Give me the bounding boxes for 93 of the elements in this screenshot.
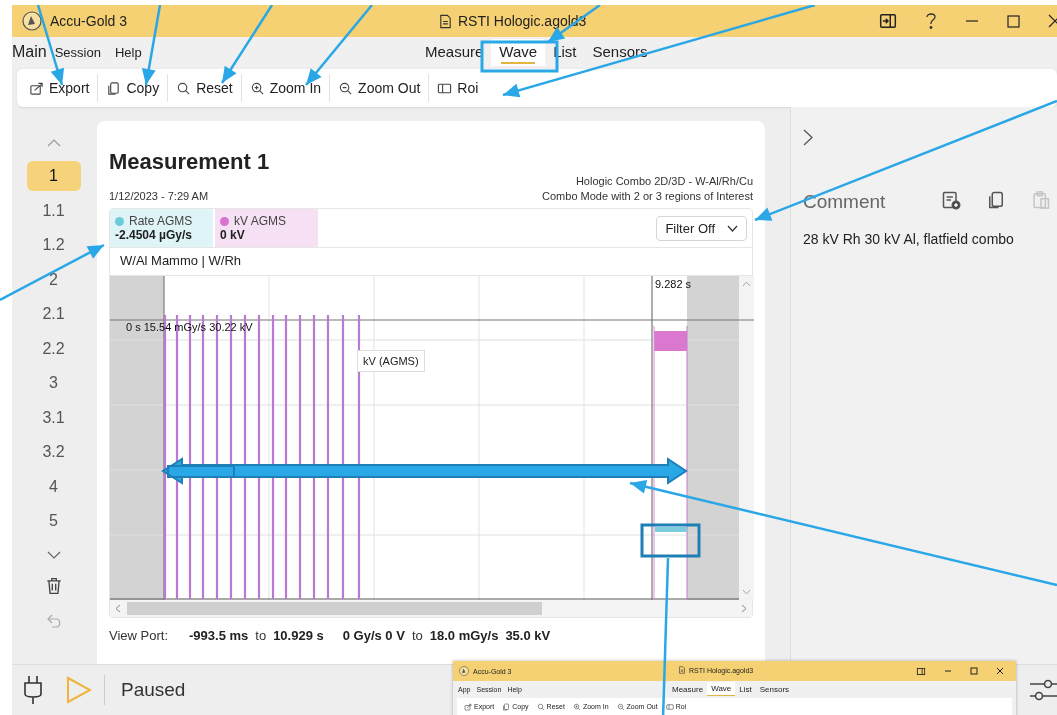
dock-icon[interactable] xyxy=(916,666,926,676)
zoom-in-icon xyxy=(249,80,265,96)
roi-start-line[interactable] xyxy=(163,276,165,600)
measurement-item[interactable]: 2 xyxy=(26,264,81,295)
chevron-down-icon[interactable] xyxy=(46,550,61,559)
copy-icon xyxy=(502,702,511,711)
app-name: Accu-Gold 3 xyxy=(50,13,128,29)
channel-name: Rate AGMS xyxy=(129,214,193,228)
undo-icon[interactable] xyxy=(45,612,62,629)
status-text: Paused xyxy=(121,679,186,701)
comment-text: 28 kV Rh 30 kV Al, flatfield combo xyxy=(803,231,1015,247)
channel-value: -2.4504 µGy/s xyxy=(115,228,193,242)
search-icon xyxy=(176,80,192,96)
measurement-item[interactable]: 5 xyxy=(26,506,81,536)
close-icon[interactable] xyxy=(1048,14,1057,28)
copy-icon[interactable] xyxy=(986,190,1006,210)
zoom-out-icon xyxy=(338,80,354,96)
cursor-line[interactable] xyxy=(651,276,653,600)
view-port-value: 10.929 s xyxy=(273,628,324,643)
view-port-value: 0 Gy/s 0 V xyxy=(342,628,405,643)
dock-icon[interactable] xyxy=(879,12,897,30)
view-tab[interactable]: Measure xyxy=(417,39,492,66)
channel-tile[interactable]: Rate AGMS -2.4504 µGy/s xyxy=(110,209,213,247)
view-port-value: 18.0 mGy/s xyxy=(429,628,499,643)
share-box-icon xyxy=(464,702,472,711)
menu-item[interactable]: Session xyxy=(54,44,101,60)
share-box-icon xyxy=(29,80,44,96)
search-icon xyxy=(536,702,545,711)
scroll-up-icon[interactable] xyxy=(742,281,751,287)
panel-icon xyxy=(665,702,674,711)
measurement-item[interactable]: 3 xyxy=(26,368,81,398)
zoom-out-icon xyxy=(616,702,625,711)
maximize-icon[interactable] xyxy=(970,666,978,675)
copy-icon xyxy=(106,80,122,96)
cursor-time-label: 9.282 s xyxy=(655,278,692,290)
view-port-value: 35.0 kV xyxy=(505,628,551,643)
view-tab[interactable]: Sensors xyxy=(755,682,794,696)
chevron-up-icon[interactable] xyxy=(46,139,61,147)
help-icon[interactable] xyxy=(925,12,937,30)
measurement-item[interactable]: 1.1 xyxy=(26,195,81,226)
scrollbar-thumb[interactable] xyxy=(127,602,542,615)
plug-icon[interactable] xyxy=(22,675,44,705)
vertical-scrollbar[interactable] xyxy=(739,276,754,600)
measurement-item[interactable]: 1 xyxy=(26,161,81,191)
channel-tile[interactable]: kV AGMS 0 kV xyxy=(215,209,318,247)
toolbar-button[interactable]: Roi xyxy=(429,76,487,100)
rate-trace xyxy=(655,527,687,532)
zoom-in-icon xyxy=(572,702,581,711)
view-port-text: to xyxy=(411,628,423,643)
mode-description: Combo Mode with 2 or 3 regions of Interest xyxy=(542,189,753,204)
measurement-item[interactable]: 1.2 xyxy=(26,230,81,260)
comment-title: Comment xyxy=(803,190,887,213)
chevron-down-icon xyxy=(727,224,738,232)
measurement-item[interactable]: 3.2 xyxy=(26,437,81,467)
horizontal-scrollbar[interactable] xyxy=(110,600,752,617)
measurement-item[interactable]: 2.2 xyxy=(26,333,81,364)
timestamp: 1/12/2023 - 7:29 AM xyxy=(109,189,210,204)
menu-title[interactable]: Main xyxy=(12,43,47,61)
view-port-label: View Port: xyxy=(109,628,168,643)
measurement-item[interactable]: 3.1 xyxy=(26,402,81,433)
toolbar-button[interactable]: Copy xyxy=(98,76,168,100)
document-icon xyxy=(438,13,453,29)
measurement-title: Measurement 1 xyxy=(109,149,270,175)
close-icon[interactable] xyxy=(996,666,1004,675)
app-logo-icon xyxy=(459,666,469,676)
document-icon xyxy=(678,666,686,674)
view-tab[interactable]: Wave xyxy=(707,682,736,696)
view-port-text: to xyxy=(255,628,267,643)
view-tab[interactable]: Measure xyxy=(668,682,708,696)
series-tooltip: kV (AGMS) xyxy=(357,350,425,372)
chevron-right-icon[interactable] xyxy=(803,129,813,146)
scroll-right-icon[interactable] xyxy=(741,604,747,613)
highlight-frame xyxy=(640,523,701,558)
scroll-left-icon[interactable] xyxy=(115,604,121,613)
toolbar-button[interactable]: Export xyxy=(21,76,98,100)
toolbar-button[interactable]: Zoom Out xyxy=(330,76,429,100)
note-add-icon[interactable] xyxy=(941,190,961,210)
filter-dropdown[interactable]: Filter Off xyxy=(656,215,747,241)
view-tab[interactable]: Sensors xyxy=(584,39,656,66)
app-logo-icon xyxy=(22,11,42,31)
device-name: Hologic Combo 2D/3D - W-Al/Rh/Cu xyxy=(574,174,753,189)
channel-value: 0 kV xyxy=(220,228,246,242)
trash-icon[interactable] xyxy=(44,576,63,595)
view-tab[interactable]: List xyxy=(735,682,756,696)
toolbar-button[interactable]: Reset xyxy=(168,76,241,100)
measurement-item[interactable]: 4 xyxy=(26,471,81,502)
maximize-icon[interactable] xyxy=(1007,14,1020,28)
view-port-value: -993.5 ms xyxy=(189,628,249,643)
menu-item[interactable]: Help xyxy=(114,44,142,60)
scroll-down-icon[interactable] xyxy=(742,589,751,595)
sliders-icon[interactable] xyxy=(1030,677,1057,703)
channel-name: kV AGMS xyxy=(234,214,286,228)
measurement-item[interactable]: 2.1 xyxy=(26,299,81,329)
